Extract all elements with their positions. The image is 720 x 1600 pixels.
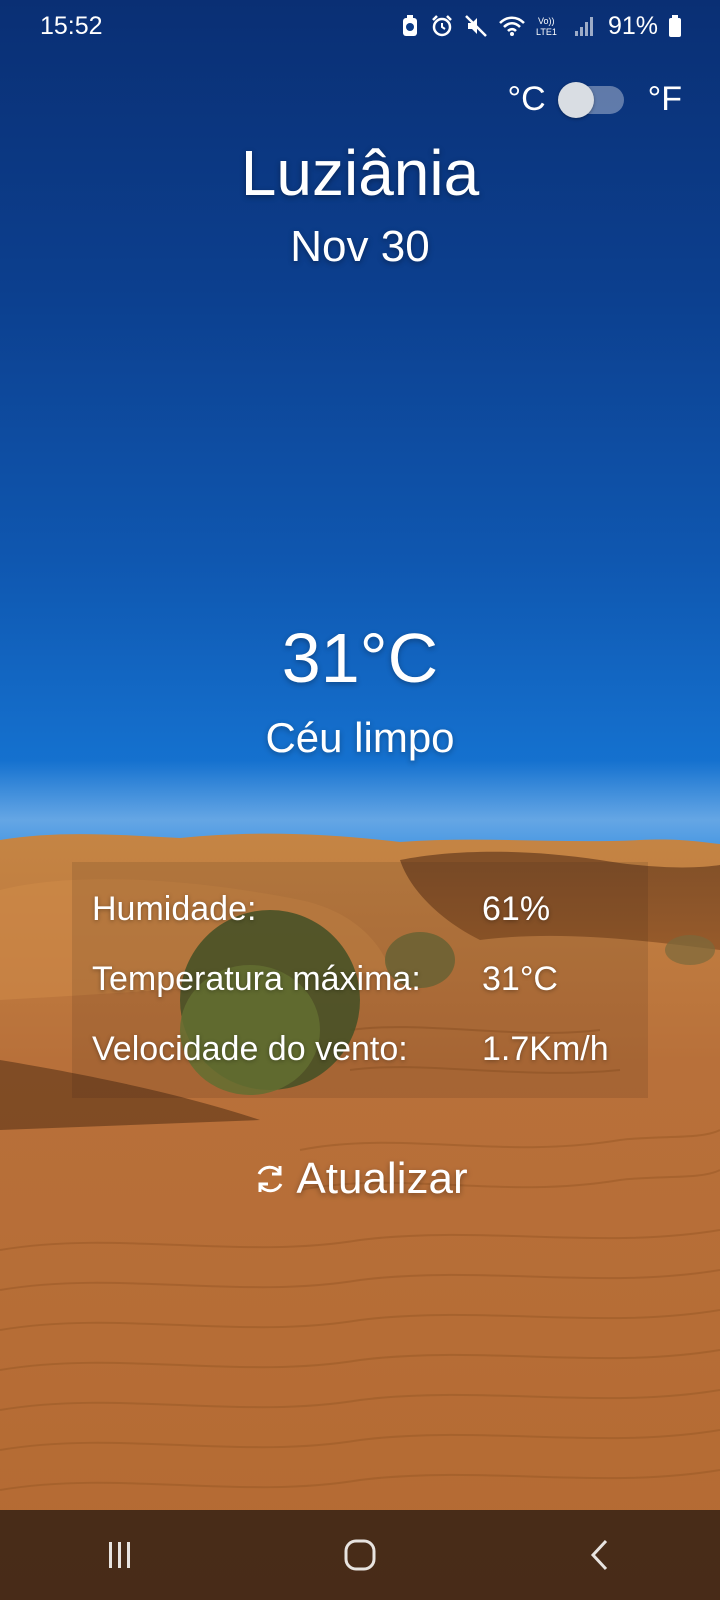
refresh-icon [258,1165,283,1193]
battery-percent: 91% [607,11,658,40]
detail-row-humidity: Humidade: 61% [92,890,648,960]
status-bar: 15:52 Vo)) LTE1 91% [0,0,720,52]
data-saver-icon [402,15,417,36]
status-time: 15:52 [40,11,103,40]
refresh-label: Atualizar [296,1154,468,1203]
back-icon [590,1539,608,1571]
mute-icon [465,15,487,37]
humidity-label: Humidade: [92,890,257,928]
humidity-value: 61% [482,890,551,928]
city-name: Luziânia [240,137,480,209]
wifi-icon [499,16,525,36]
wind-label: Velocidade do vento: [92,1030,408,1068]
svg-text:LTE1: LTE1 [536,27,557,37]
status-icons: Vo)) LTE1 91% [400,12,682,41]
weather-screen: 15:52 Vo)) LTE1 91% °C °F Luziânia Nov 30… [0,0,720,1600]
svg-text:Vo)): Vo)) [538,16,555,26]
detail-row-wind: Velocidade do vento: 1.7Km/h [92,1030,648,1100]
home-button[interactable] [300,1510,420,1600]
volte-lte-icon: Vo))LTE1 [536,16,557,37]
fahrenheit-label: °F [647,80,682,118]
unit-toggle: °C °F [507,80,682,119]
navigation-bar [0,1510,720,1600]
home-icon [344,1539,376,1571]
celsius-label: °C [507,80,546,118]
max-temp-value: 31°C [482,960,558,998]
switch-knob [557,81,594,118]
weather-condition: Céu limpo [265,714,455,761]
alarm-icon [432,15,452,37]
recent-apps-icon [109,1542,130,1568]
detail-row-max-temp: Temperatura máxima: 31°C [92,960,648,1030]
max-temp-label: Temperatura máxima: [92,960,421,998]
current-date: Nov 30 [290,222,430,271]
refresh-button[interactable]: Atualizar [0,1154,720,1204]
current-temperature: 31°C [281,619,439,697]
battery-icon [669,15,681,37]
unit-switch[interactable] [557,81,624,118]
signal-icon [574,17,593,36]
weather-details-panel: Humidade: 61% Temperatura máxima: 31°C V… [72,862,648,1098]
back-button[interactable] [540,1510,660,1600]
wind-value: 1.7Km/h [482,1030,609,1068]
recent-apps-button[interactable] [60,1510,180,1600]
